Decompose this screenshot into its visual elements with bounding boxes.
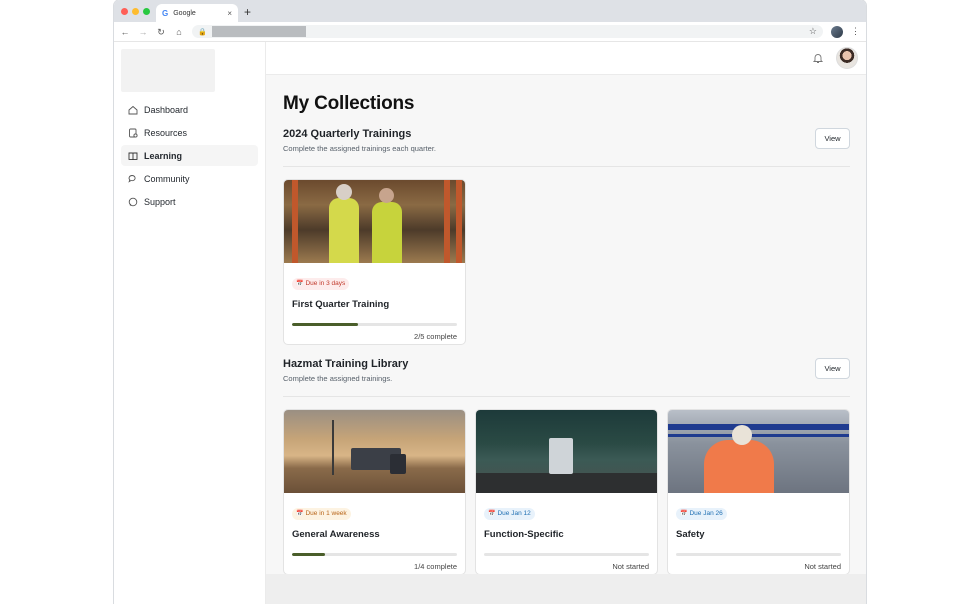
sidebar-item-resources[interactable]: Resources [121, 122, 258, 143]
training-card[interactable]: 📅 Due Jan 26 Safety Not started [667, 409, 850, 575]
section-header: Hazmat Training Library Complete the ass… [283, 358, 850, 386]
sidebar-item-support[interactable]: Support [121, 191, 258, 212]
progress-fill [292, 323, 358, 326]
close-window-icon[interactable] [121, 8, 128, 15]
calendar-icon: 📅 [680, 511, 688, 517]
progress-bar [676, 553, 841, 556]
back-icon[interactable]: ← [120, 26, 130, 38]
sidebar-item-dashboard[interactable]: Dashboard [121, 99, 258, 120]
due-badge-label: Due in 3 days [305, 280, 346, 287]
google-favicon-icon: G [162, 8, 169, 18]
tab-title: Google [173, 9, 196, 17]
progress-bar [484, 553, 649, 556]
card-title: Function-Specific [484, 529, 564, 540]
browser-tab-bar: G Google × + [114, 0, 866, 22]
minimize-window-icon[interactable] [132, 8, 139, 15]
bottom-strip [266, 574, 866, 604]
lock-icon: 🔒 [198, 28, 207, 36]
progress-text: 2/5 complete [414, 332, 457, 341]
view-button[interactable]: View [815, 358, 850, 379]
sidebar-item-label: Support [144, 196, 176, 207]
due-badge: 📅 Due in 1 week [292, 507, 351, 520]
training-card[interactable]: 📅 Due in 3 days First Quarter Training 2/… [283, 179, 466, 345]
divider [283, 396, 850, 397]
address-bar[interactable]: 🔒 ☆ [192, 25, 823, 38]
sidebar-item-community[interactable]: Community [121, 168, 258, 189]
card-list: 📅 Due in 1 week General Awareness 1/4 com… [283, 409, 850, 575]
due-badge: 📅 Due Jan 26 [676, 507, 727, 520]
browser-toolbar: ← → ↻ ⌂ 🔒 ☆ ⋮ [114, 22, 866, 42]
card-title: Safety [676, 529, 705, 540]
card-image-warehouse [284, 180, 465, 263]
sidebar-item-label: Resources [144, 127, 188, 138]
calendar-icon: 📅 [296, 281, 304, 287]
sidebar-item-learning[interactable]: Learning [121, 145, 258, 166]
due-badge: 📅 Due in 3 days [292, 277, 350, 290]
progress-text: 1/4 complete [414, 562, 457, 571]
collections-content: My Collections 2024 Quarterly Trainings … [266, 75, 866, 575]
training-card[interactable]: 📅 Due in 1 week General Awareness 1/4 com… [283, 409, 466, 575]
progress-text: Not started [804, 562, 841, 571]
menu-icon[interactable]: ⋮ [851, 26, 860, 37]
progress-bar [292, 553, 457, 556]
sidebar-item-label: Learning [144, 150, 183, 161]
progress-bar [292, 323, 457, 326]
support-bubble-icon [128, 197, 138, 206]
avatar[interactable] [836, 47, 858, 69]
calendar-icon: 📅 [296, 511, 304, 517]
maximize-window-icon[interactable] [143, 8, 150, 15]
card-image-night-truck [476, 410, 657, 493]
due-badge-label: Due Jan 26 [689, 510, 723, 517]
reload-icon[interactable]: ↻ [156, 26, 166, 38]
card-title: General Awareness [292, 529, 380, 540]
calendar-icon: 📅 [488, 511, 496, 517]
collection-section: 2024 Quarterly Trainings Complete the as… [283, 128, 850, 345]
section-title: Hazmat Training Library [283, 358, 409, 370]
section-header: 2024 Quarterly Trainings Complete the as… [283, 128, 850, 156]
card-title: First Quarter Training [292, 299, 390, 310]
due-badge-label: Due in 1 week [305, 510, 347, 517]
progress-fill [292, 553, 325, 556]
main-content: My Collections 2024 Quarterly Trainings … [266, 42, 866, 604]
profile-icon[interactable] [831, 25, 843, 38]
resources-icon [129, 128, 138, 138]
app: Dashboard Resources Learning Community S… [114, 42, 866, 604]
tab-close-icon[interactable]: × [227, 9, 232, 18]
url-redacted [211, 26, 306, 37]
card-image-safety-worker [668, 410, 849, 493]
section-subtitle: Complete the assigned trainings. [283, 374, 393, 383]
card-image-desert-truck [284, 410, 465, 493]
new-tab-button[interactable]: + [244, 4, 251, 20]
book-icon [128, 152, 138, 160]
logo-placeholder [121, 49, 215, 92]
home-icon[interactable]: ⌂ [174, 26, 184, 38]
sidebar: Dashboard Resources Learning Community S… [114, 42, 266, 604]
section-subtitle: Complete the assigned trainings each qua… [283, 144, 437, 153]
due-badge: 📅 Due Jan 12 [484, 507, 535, 520]
page-title: My Collections [283, 93, 415, 114]
browser-window: G Google × + ← → ↻ ⌂ 🔒 ☆ ⋮ Dashboard Res… [114, 0, 866, 604]
divider [283, 166, 850, 167]
card-list: 📅 Due in 3 days First Quarter Training 2/… [283, 179, 850, 345]
forward-icon[interactable]: → [138, 26, 148, 38]
due-badge-label: Due Jan 12 [497, 510, 531, 517]
browser-tab[interactable]: G Google × [156, 4, 238, 22]
section-title: 2024 Quarterly Trainings [283, 128, 412, 140]
bell-icon[interactable] [812, 52, 824, 64]
progress-text: Not started [612, 562, 649, 571]
sidebar-item-label: Dashboard [144, 104, 189, 115]
sidebar-item-label: Community [144, 173, 190, 184]
training-card[interactable]: 📅 Due Jan 12 Function-Specific Not starte… [475, 409, 658, 575]
star-icon[interactable]: ☆ [809, 26, 817, 37]
home-icon [128, 105, 138, 114]
top-bar [266, 42, 866, 75]
collection-section: Hazmat Training Library Complete the ass… [283, 358, 850, 575]
view-button[interactable]: View [815, 128, 850, 149]
chat-bubbles-icon [128, 174, 136, 183]
